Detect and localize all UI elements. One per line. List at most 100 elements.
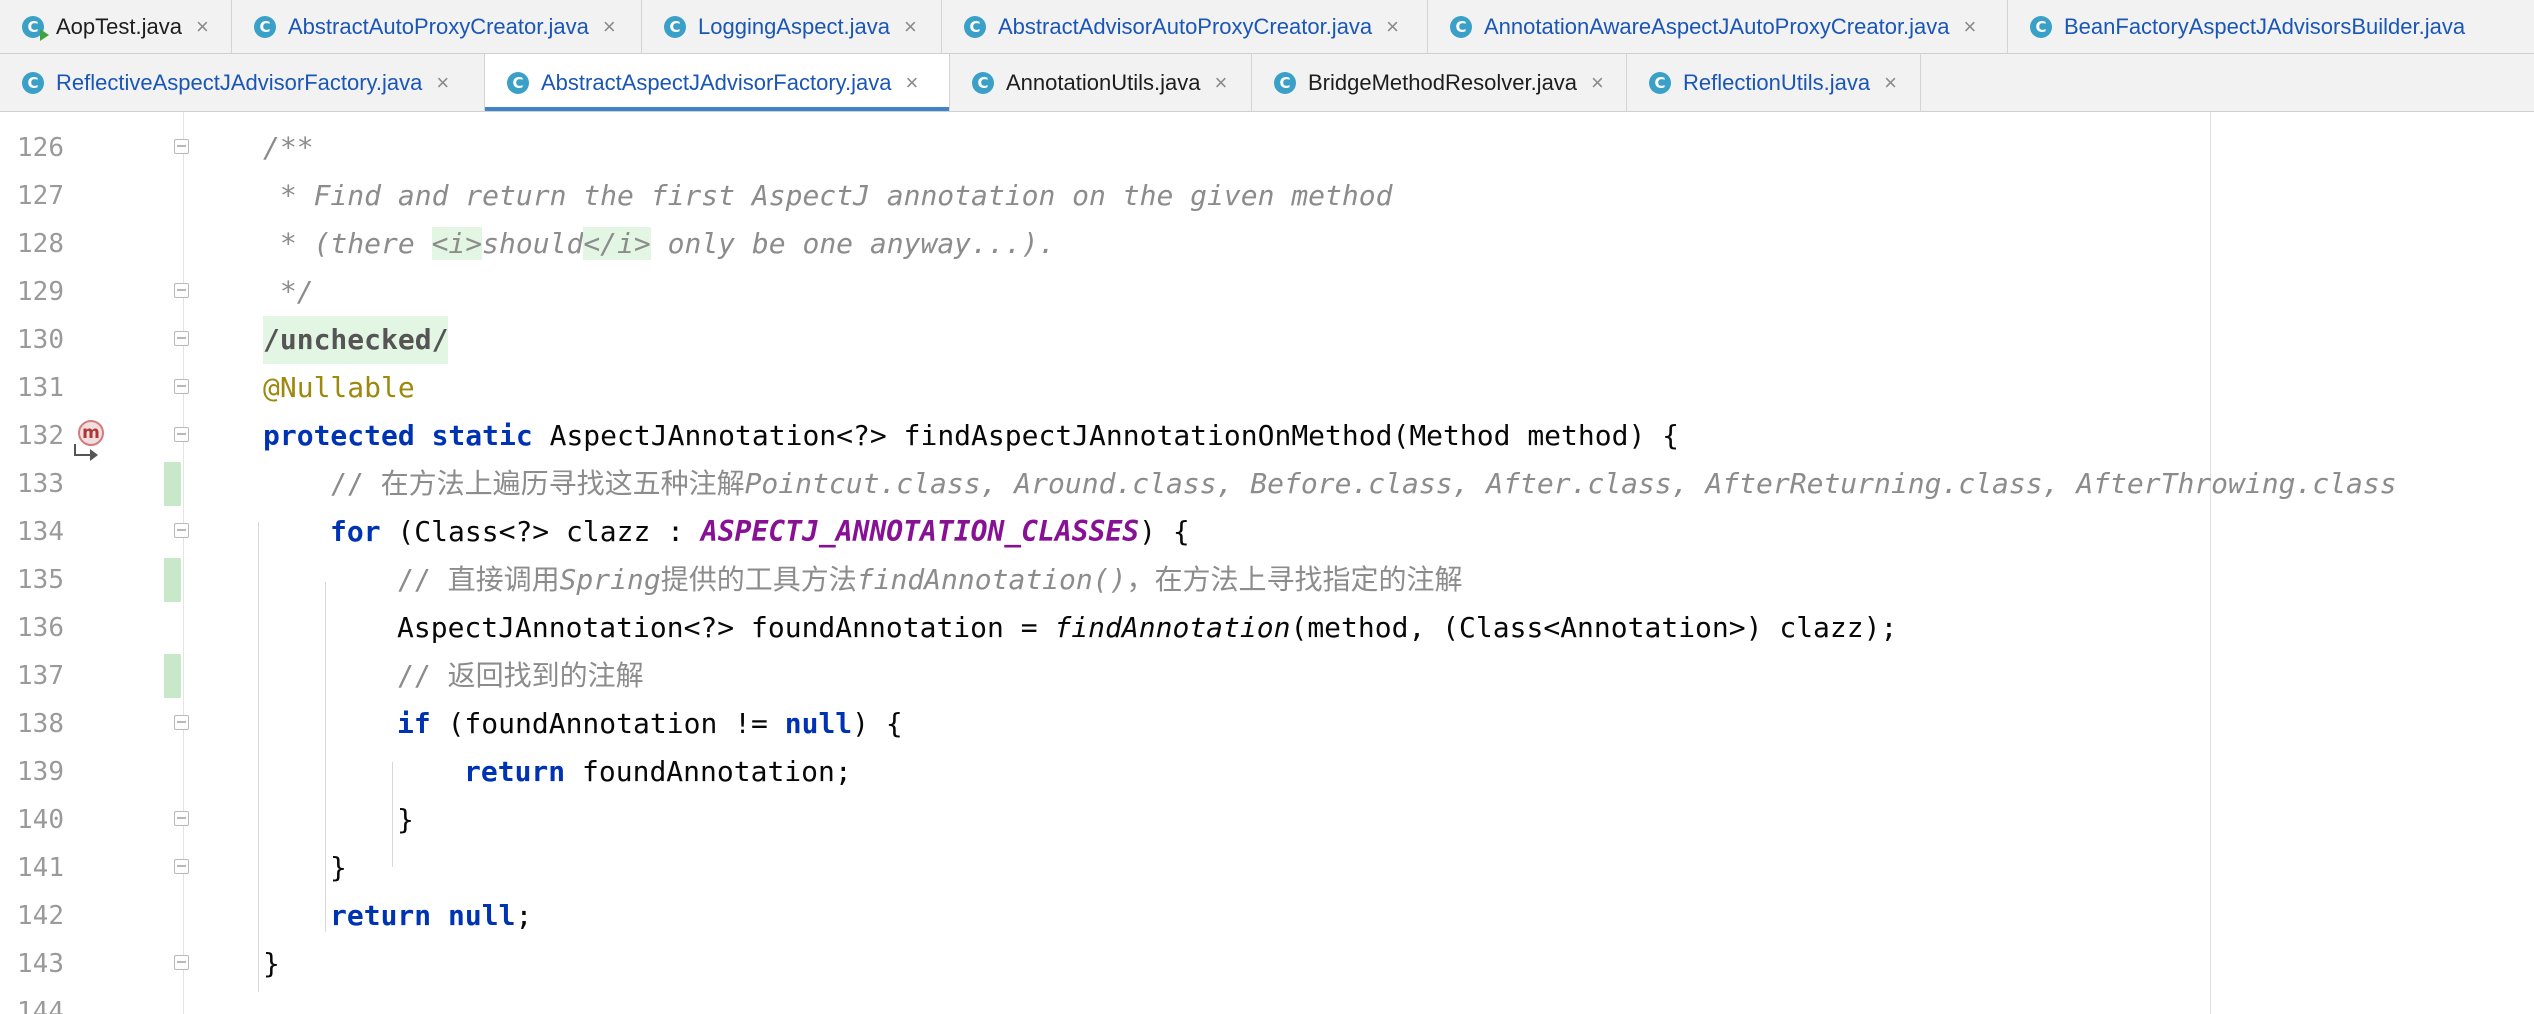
code-line[interactable]: 134 for (Class<?> clazz : ASPECTJ_ANNOTA… xyxy=(0,508,2534,556)
close-icon[interactable]: × xyxy=(1214,70,1227,96)
code-line[interactable]: 131 @Nullable xyxy=(0,364,2534,412)
tab-abstract-advisor-auto-proxy-creator[interactable]: C AbstractAdvisorAutoProxyCreator.java × xyxy=(942,0,1428,53)
code-editor[interactable]: 125 126 /** 127 * Find and return the fi… xyxy=(0,112,2534,1014)
tab-annotation-aware-aspectj-auto-proxy-creator[interactable]: C AnnotationAwareAspectJAutoProxyCreator… xyxy=(1428,0,2008,53)
code-line[interactable]: 126 /** xyxy=(0,124,2534,172)
code-text: protected static AspectJAnnotation<?> fi… xyxy=(263,419,1680,452)
folded-annotation-text[interactable]: /unchecked/ xyxy=(263,316,449,364)
line-number: 136 xyxy=(17,613,64,643)
fold-icon[interactable] xyxy=(174,955,189,970)
fold-icon[interactable] xyxy=(174,283,189,298)
line-number: 133 xyxy=(17,469,64,499)
tab-label: BridgeMethodResolver.java xyxy=(1308,69,1578,95)
close-icon[interactable]: × xyxy=(603,14,616,40)
code-text: if (foundAnnotation != null) { xyxy=(397,707,903,740)
code-line[interactable]: 128 * (there <i>should</i> only be one a… xyxy=(0,220,2534,268)
tab-logging-aspect[interactable]: C LoggingAspect.java × xyxy=(642,0,942,53)
tab-reflection-utils[interactable]: C ReflectionUtils.java × xyxy=(1627,54,1921,111)
code-text: } xyxy=(330,851,347,884)
close-icon[interactable]: × xyxy=(904,14,917,40)
tab-label: AbstractAutoProxyCreator.java xyxy=(288,13,589,39)
class-icon: C xyxy=(22,71,44,94)
override-arrow-icon xyxy=(74,444,98,461)
code-text: */ xyxy=(263,275,314,308)
tab-label: AbstractAdvisorAutoProxyCreator.java xyxy=(998,13,1373,39)
line-number: 131 xyxy=(17,373,64,403)
class-icon: C xyxy=(503,68,529,94)
close-icon[interactable]: × xyxy=(436,70,449,96)
code-line[interactable]: 139 return foundAnnotation; xyxy=(0,748,2534,796)
code-text: // 直接调用Spring提供的工具方法findAnnotation()，在方法… xyxy=(397,563,1463,596)
class-icon: C xyxy=(968,68,994,94)
close-icon[interactable]: × xyxy=(1591,70,1604,96)
code-text: /** xyxy=(263,131,314,164)
tab-abstract-auto-proxy-creator[interactable]: C AbstractAutoProxyCreator.java × xyxy=(232,0,642,53)
tab-bean-factory-aspectj-advisors-builder[interactable]: C BeanFactoryAspectJAdvisorsBuilder.java xyxy=(2008,0,2534,53)
close-icon[interactable]: × xyxy=(1884,70,1897,96)
code-text: for (Class<?> clazz : ASPECTJ_ANNOTATION… xyxy=(330,515,1190,548)
code-line[interactable]: 129 */ xyxy=(0,268,2534,316)
line-number: 134 xyxy=(17,517,64,547)
code-line[interactable]: 143 } xyxy=(0,940,2534,988)
tab-label: AopTest.java xyxy=(56,13,182,39)
fold-icon[interactable] xyxy=(174,859,189,874)
code-line[interactable]: 140 } xyxy=(0,796,2534,844)
fold-icon[interactable] xyxy=(174,139,189,154)
code-line[interactable]: 142 return null; xyxy=(0,892,2534,940)
fold-icon[interactable] xyxy=(174,523,189,538)
fold-icon[interactable] xyxy=(174,379,189,394)
fold-icon[interactable] xyxy=(174,331,189,346)
code-text: } xyxy=(397,803,414,836)
tab-label: ReflectionUtils.java xyxy=(1683,69,1871,95)
line-number: 130 xyxy=(17,325,64,355)
code-line[interactable]: 133 // 在方法上遍历寻找这五种注解Pointcut.class, Arou… xyxy=(0,460,2534,508)
tab-bridge-method-resolver[interactable]: C BridgeMethodResolver.java × xyxy=(1252,54,1627,111)
fold-icon[interactable] xyxy=(174,715,189,730)
tab-abstract-aspectj-advisor-factory[interactable]: C AbstractAspectJAdvisorFactory.java × xyxy=(485,54,950,111)
code-line[interactable]: 141 } xyxy=(0,844,2534,892)
code-line[interactable]: 130 /unchecked/ xyxy=(0,316,2534,364)
code-text: return null; xyxy=(330,899,533,932)
code-line[interactable]: 136 AspectJAnnotation<?> foundAnnotation… xyxy=(0,604,2534,652)
tab-label: LoggingAspect.java xyxy=(698,13,891,39)
code-line[interactable]: 137 // 返回找到的注解 xyxy=(0,652,2534,700)
tab-label: AnnotationUtils.java xyxy=(1006,69,1201,95)
close-icon[interactable]: × xyxy=(196,14,209,40)
class-icon: C xyxy=(1270,68,1296,94)
code-line[interactable]: 138 if (foundAnnotation != null) { xyxy=(0,700,2534,748)
close-icon[interactable]: × xyxy=(1386,14,1399,40)
line-number: 139 xyxy=(17,757,64,787)
line-number: 129 xyxy=(17,277,64,307)
code-text: } xyxy=(263,947,280,980)
close-icon[interactable]: × xyxy=(906,70,919,96)
class-run-icon: C xyxy=(22,15,49,41)
code-line[interactable]: 135 // 直接调用Spring提供的工具方法findAnnotation()… xyxy=(0,556,2534,604)
line-number: 144 xyxy=(17,997,64,1014)
fold-icon[interactable] xyxy=(174,427,189,442)
line-number: 127 xyxy=(17,181,64,211)
line-number: 135 xyxy=(17,565,64,595)
code-text: @Nullable xyxy=(263,371,415,404)
close-icon[interactable]: × xyxy=(1964,14,1977,40)
code-text: * Find and return the first AspectJ anno… xyxy=(263,179,1393,212)
line-number: 128 xyxy=(17,229,64,259)
code-text: AspectJAnnotation<?> foundAnnotation = f… xyxy=(397,611,1898,644)
line-number: 140 xyxy=(17,805,64,835)
vcs-change-marker[interactable] xyxy=(164,654,181,698)
code-line[interactable]: 127 * Find and return the first AspectJ … xyxy=(0,172,2534,220)
line-number: 138 xyxy=(17,709,64,739)
vcs-change-marker[interactable] xyxy=(164,462,181,506)
tab-aoptest[interactable]: C AopTest.java × xyxy=(0,0,232,53)
code-line[interactable]: 132 m protected static AspectJAnnotation… xyxy=(0,412,2534,461)
fold-icon[interactable] xyxy=(174,811,189,826)
line-number: 141 xyxy=(17,853,64,883)
vcs-change-marker[interactable] xyxy=(164,558,181,602)
line-number: 143 xyxy=(17,949,64,979)
tab-reflective-aspectj-advisor-factory[interactable]: C ReflectiveAspectJAdvisorFactory.java × xyxy=(0,54,485,111)
code-line[interactable]: 144 xyxy=(0,988,2534,1014)
editor-tab-bar-row-1: C AopTest.java × C AbstractAutoProxyCrea… xyxy=(0,0,2534,54)
tab-annotation-utils[interactable]: C AnnotationUtils.java × xyxy=(950,54,1252,111)
method-override-icon[interactable]: m xyxy=(78,420,104,446)
class-icon: C xyxy=(250,12,276,38)
class-icon: C xyxy=(664,15,686,38)
